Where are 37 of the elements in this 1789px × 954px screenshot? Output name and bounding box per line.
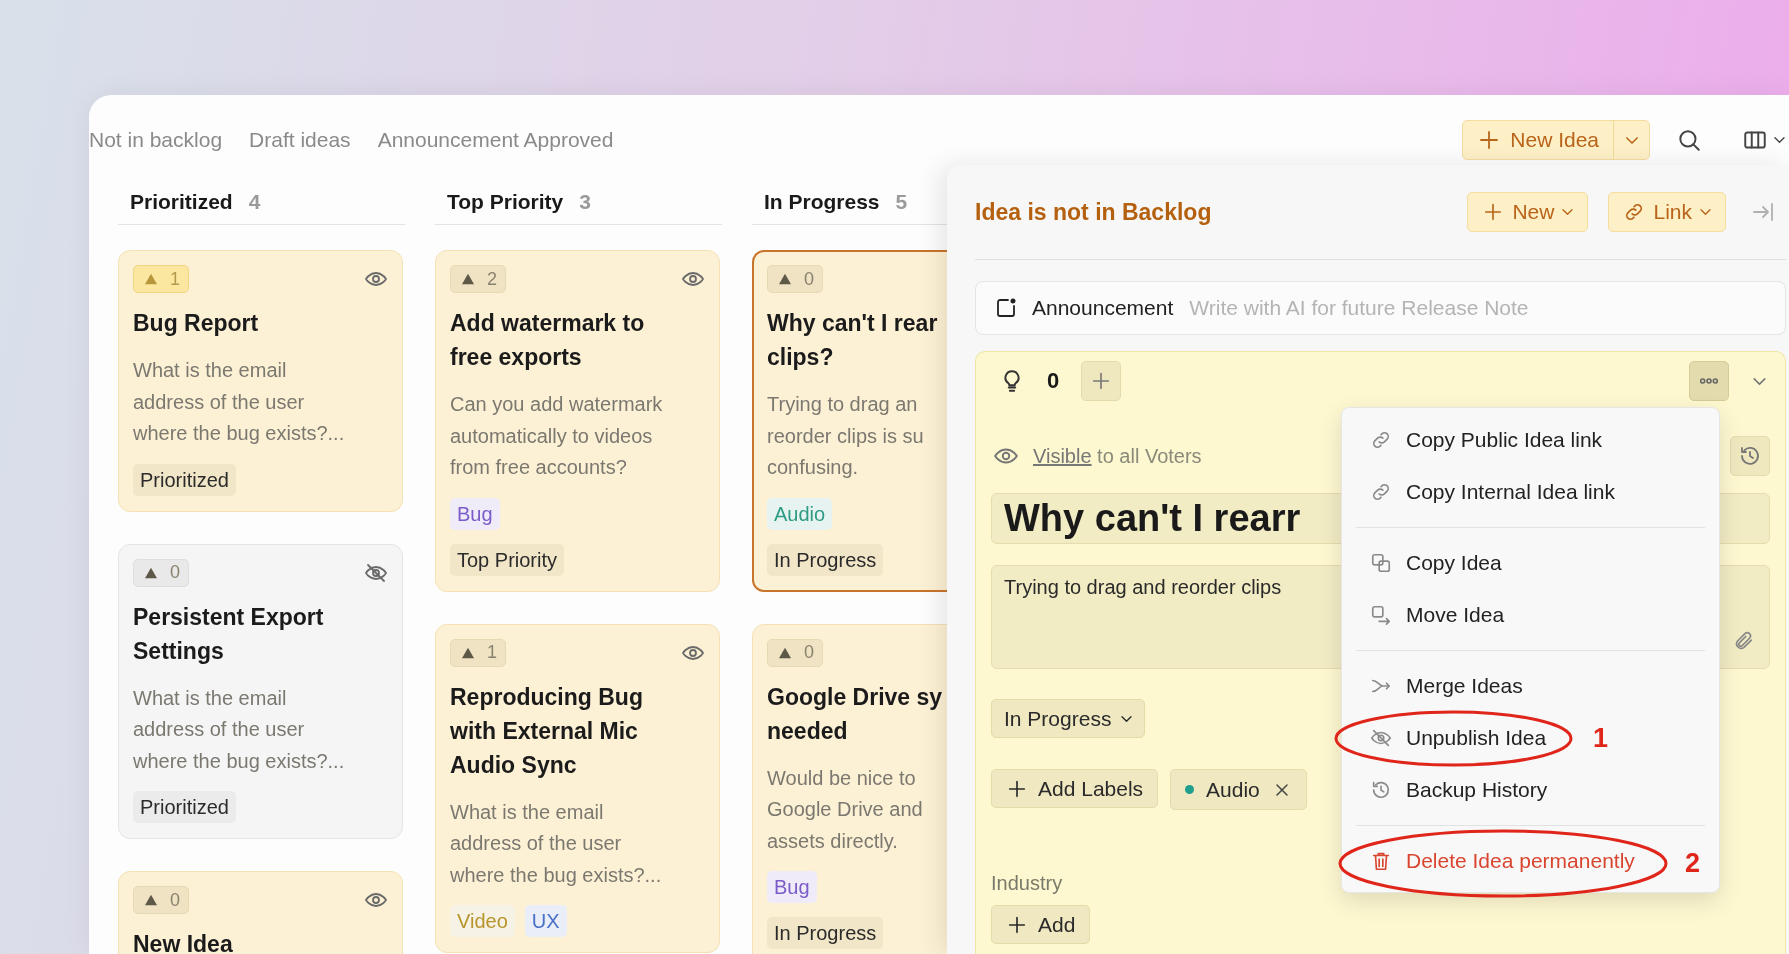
card-title: New Idea bbox=[133, 930, 234, 954]
label-name: Audio bbox=[1206, 777, 1260, 802]
status-tag: Prioritized bbox=[133, 791, 236, 823]
card-title: Reproducing Bug with External Mic Audio Sync bbox=[450, 682, 644, 780]
announcement-label: Announcement bbox=[1032, 296, 1174, 320]
vote-count: 0 bbox=[1047, 368, 1060, 394]
visibility-text: Visible to all Voters bbox=[1033, 444, 1202, 468]
panel-title: Idea is not in Backlog bbox=[975, 198, 1212, 226]
label-tag: Video bbox=[450, 905, 515, 937]
status-tag: In Progress bbox=[767, 917, 884, 949]
card-description: What is the email address of the user where the bug exists?... bbox=[450, 799, 663, 888]
card-description: Can you add watermark automatically to videos from free accounts? bbox=[450, 392, 664, 480]
card-title: Add watermark to free exports bbox=[450, 309, 646, 372]
label-tag: Bug bbox=[767, 871, 817, 903]
column-title: Prioritized bbox=[130, 190, 233, 214]
card-title: Why can't I rear clips? bbox=[767, 309, 939, 372]
card-title: Google Drive sy needed bbox=[767, 682, 944, 746]
card-description: What is the email address of the user where the bug exists?... bbox=[133, 685, 346, 774]
label-tag: UX bbox=[524, 905, 567, 937]
status-tag: Top Priority bbox=[450, 543, 565, 576]
label-tag: Audio bbox=[767, 497, 833, 530]
card-description: Trying to drag an reorder clips is su confusing. bbox=[767, 392, 925, 480]
callout-number: 1 bbox=[1593, 722, 1609, 754]
status-tag: Prioritized bbox=[133, 463, 236, 496]
column-title: Top Priority bbox=[447, 190, 564, 214]
card-title: Bug Report bbox=[133, 309, 260, 338]
callout-number: 2 bbox=[1685, 847, 1701, 879]
field-label: Industry bbox=[991, 872, 1064, 894]
column-count: 3 bbox=[579, 190, 591, 214]
column-title: In Progress bbox=[764, 190, 880, 214]
status-tag: In Progress bbox=[767, 543, 884, 576]
card-title: Persistent Export Settings bbox=[133, 602, 325, 666]
column-count: 5 bbox=[895, 190, 908, 214]
card-description: What is the email address of the user where the bug exists?... bbox=[133, 358, 346, 446]
label-tag: Bug bbox=[450, 497, 500, 530]
column-count: 4 bbox=[248, 190, 261, 214]
card-description: Would be nice to Google Drive and assets directly. bbox=[767, 765, 924, 854]
